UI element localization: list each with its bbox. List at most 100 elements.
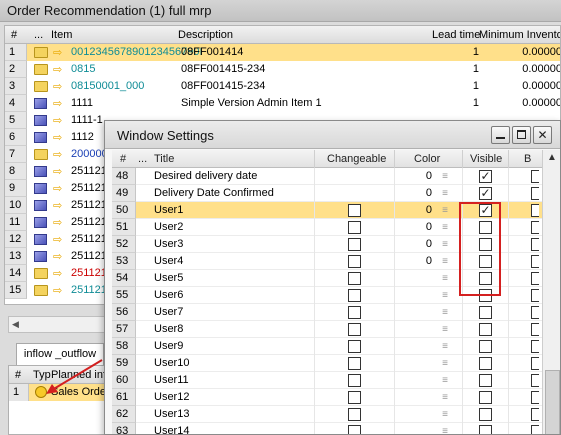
color-cell[interactable]: 0 ≡: [394, 185, 462, 202]
settings-row[interactable]: 59 User10 ≡: [112, 355, 542, 372]
settings-row[interactable]: 56 User7 ≡: [112, 304, 542, 321]
changeable-checkbox[interactable]: [348, 374, 361, 387]
table-row[interactable]: 4 ⇨ 1111 Simple Version Admin Item 1 1 0.0000…: [5, 95, 560, 112]
changeable-checkbox[interactable]: [348, 357, 361, 370]
b-checkbox[interactable]: [531, 306, 539, 319]
item-code[interactable]: 1111: [71, 95, 93, 112]
maximize-button[interactable]: [512, 126, 531, 144]
color-picker-icon[interactable]: ≡: [442, 406, 448, 423]
column-title[interactable]: User10: [154, 355, 189, 372]
link-arrow-icon[interactable]: ⇨: [53, 233, 62, 246]
changeable-checkbox[interactable]: [348, 221, 361, 234]
column-title[interactable]: User6: [154, 287, 183, 304]
col-dots[interactable]: ...: [138, 153, 147, 165]
col-color[interactable]: Color: [414, 153, 440, 165]
settings-row[interactable]: 57 User8 ≡: [112, 321, 542, 338]
link-arrow-icon[interactable]: ⇨: [53, 284, 62, 297]
column-title[interactable]: User7: [154, 304, 183, 321]
col-lead-time[interactable]: Lead time: [432, 29, 480, 41]
settings-row[interactable]: 62 User13 ≡: [112, 406, 542, 423]
column-title[interactable]: User4: [154, 253, 183, 270]
col-title[interactable]: Title: [154, 153, 174, 165]
col-visible[interactable]: Visible: [470, 153, 502, 165]
changeable-checkbox[interactable]: [348, 323, 361, 336]
color-cell[interactable]: 0 ≡: [394, 168, 462, 185]
minimize-button[interactable]: [491, 126, 510, 144]
col-num[interactable]: #: [11, 29, 17, 41]
color-picker-icon[interactable]: ≡: [442, 253, 448, 270]
horizontal-scrollbar[interactable]: ◀: [8, 316, 108, 333]
changeable-checkbox[interactable]: [348, 204, 361, 217]
item-code[interactable]: 1112: [71, 129, 94, 146]
col-num[interactable]: #: [120, 153, 126, 165]
link-arrow-icon[interactable]: ⇨: [53, 199, 62, 212]
column-title[interactable]: Desired delivery date: [154, 168, 257, 185]
settings-row[interactable]: 61 User12 ≡: [112, 389, 542, 406]
table-row[interactable]: 1 ⇨ 001234567890123456790I 08FF001414 1 0.000…: [5, 44, 560, 61]
changeable-checkbox[interactable]: [348, 408, 361, 421]
table-row[interactable]: 2 ⇨ 0815 08FF001415-234 1 0.00000: [5, 61, 560, 78]
b-checkbox[interactable]: [531, 323, 539, 336]
color-picker-icon[interactable]: ≡: [442, 423, 448, 434]
column-title[interactable]: User11: [154, 372, 189, 389]
link-arrow-icon[interactable]: ⇨: [53, 80, 62, 93]
visible-checkbox[interactable]: [479, 408, 492, 421]
color-picker-icon[interactable]: ≡: [442, 270, 448, 287]
color-cell[interactable]: ≡: [394, 304, 462, 321]
color-cell[interactable]: ≡: [394, 372, 462, 389]
visible-checkbox[interactable]: [479, 306, 492, 319]
color-cell[interactable]: ≡: [394, 321, 462, 338]
color-cell[interactable]: 0 ≡: [394, 202, 462, 219]
color-picker-icon[interactable]: ≡: [442, 168, 448, 185]
column-title[interactable]: User5: [154, 270, 183, 287]
b-checkbox[interactable]: [531, 221, 539, 234]
b-checkbox[interactable]: [531, 204, 539, 217]
vertical-scrollbar[interactable]: ▲: [542, 150, 560, 434]
changeable-checkbox[interactable]: [348, 306, 361, 319]
visible-checkbox[interactable]: [479, 425, 492, 434]
changeable-checkbox[interactable]: [348, 340, 361, 353]
col-item[interactable]: Item: [51, 29, 72, 41]
changeable-checkbox[interactable]: [348, 238, 361, 251]
item-code[interactable]: 0815: [71, 61, 95, 78]
close-button[interactable]: ✕: [533, 126, 552, 144]
link-arrow-icon[interactable]: ⇨: [53, 63, 62, 76]
changeable-checkbox[interactable]: [348, 391, 361, 404]
b-checkbox[interactable]: [531, 357, 539, 370]
b-checkbox[interactable]: [531, 340, 539, 353]
column-title[interactable]: User2: [154, 219, 183, 236]
link-arrow-icon[interactable]: ⇨: [53, 114, 62, 127]
b-checkbox[interactable]: [531, 170, 539, 183]
color-picker-icon[interactable]: ≡: [442, 304, 448, 321]
visible-checkbox[interactable]: [479, 391, 492, 404]
col-dots[interactable]: ...: [34, 29, 43, 41]
col-minimum[interactable]: Minimum Inventor: [479, 29, 560, 41]
settings-row[interactable]: 63 User14 ≡: [112, 423, 542, 434]
col-description[interactable]: Description: [178, 29, 233, 41]
color-picker-icon[interactable]: ≡: [442, 321, 448, 338]
visible-checkbox[interactable]: ✓: [479, 186, 492, 200]
color-cell[interactable]: ≡: [394, 270, 462, 287]
col-num[interactable]: #: [15, 369, 21, 381]
b-checkbox[interactable]: [531, 255, 539, 268]
settings-row[interactable]: 60 User11 ≡: [112, 372, 542, 389]
changeable-checkbox[interactable]: [348, 255, 361, 268]
visible-checkbox[interactable]: [479, 357, 492, 370]
color-cell[interactable]: 0 ≡: [394, 219, 462, 236]
color-picker-icon[interactable]: ≡: [442, 219, 448, 236]
link-arrow-icon[interactable]: ⇨: [53, 216, 62, 229]
column-title[interactable]: Delivery Date Confirmed: [154, 185, 274, 202]
visible-checkbox[interactable]: ✓: [479, 169, 492, 183]
color-picker-icon[interactable]: ≡: [442, 355, 448, 372]
changeable-checkbox[interactable]: [348, 272, 361, 285]
color-cell[interactable]: 0 ≡: [394, 236, 462, 253]
table-row[interactable]: 3 ⇨ 08150001_000 08FF001415-234 1 0.00000: [5, 78, 560, 95]
changeable-checkbox[interactable]: [348, 289, 361, 302]
link-arrow-icon[interactable]: ⇨: [53, 267, 62, 280]
link-arrow-icon[interactable]: ⇨: [53, 165, 62, 178]
scroll-thumb[interactable]: [545, 370, 560, 434]
color-picker-icon[interactable]: ≡: [442, 185, 448, 202]
b-checkbox[interactable]: [531, 391, 539, 404]
column-title[interactable]: User9: [154, 338, 183, 355]
settings-row[interactable]: 49 Delivery Date Confirmed 0 ≡ ✓: [112, 185, 542, 202]
